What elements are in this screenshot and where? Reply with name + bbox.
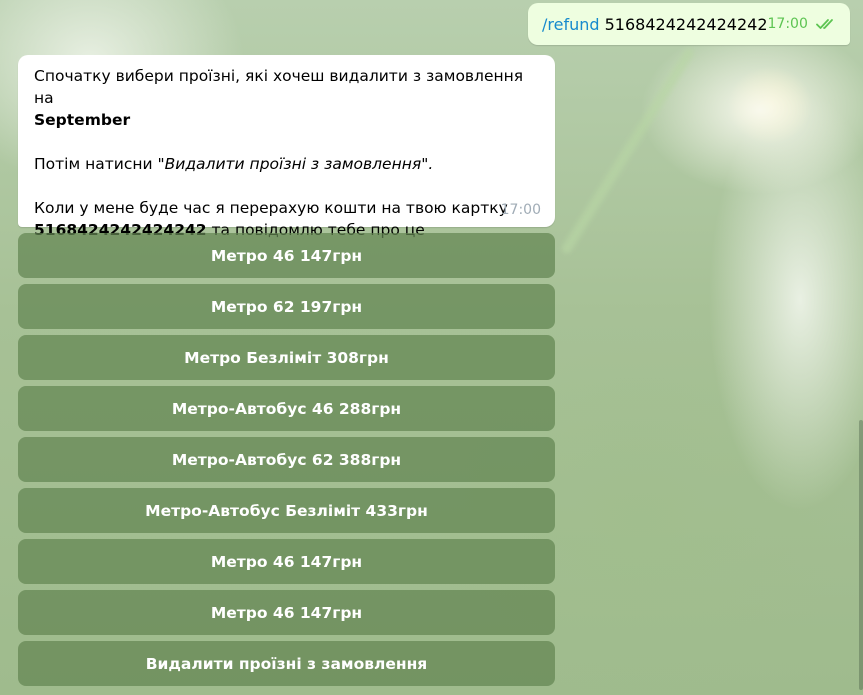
outgoing-message[interactable]: /refund 5168424242424242 17:00 — [528, 3, 850, 45]
message-line-3-text: Коли у мене буде час я перерахую кошти н… — [34, 199, 508, 217]
incoming-message[interactable]: Спочатку вибери проїзні, які хочеш видал… — [18, 55, 555, 239]
command-argument: 5168424242424242 — [604, 14, 768, 34]
keyboard-button-metro-46-second[interactable]: Метро 46 147грн — [18, 539, 555, 584]
keyboard-button-metro-bus-46[interactable]: Метро-Автобус 46 288грн — [18, 386, 555, 431]
keyboard-button-metro-bus-unlimited[interactable]: Метро-Автобус Безліміт 433грн — [18, 488, 555, 533]
message-line-1-text: Спочатку вибери проїзні, які хочеш видал… — [34, 67, 524, 107]
keyboard-button-metro-bus-62[interactable]: Метро-Автобус 62 388грн — [18, 437, 555, 482]
message-line-2-text: Потім натисни — [34, 155, 158, 173]
keyboard-button-metro-46[interactable]: Метро 46 147грн — [18, 233, 555, 278]
keyboard-button-metro-unlimited[interactable]: Метро Безліміт 308грн — [18, 335, 555, 380]
outgoing-meta: 17:00 — [768, 16, 838, 32]
outgoing-time: 17:00 — [767, 16, 808, 32]
remove-passes-button[interactable]: Видалити проїзні з замовлення — [18, 641, 555, 686]
message-line-1: Спочатку вибери проїзні, які хочеш видал… — [34, 65, 539, 131]
incoming-time: 17:00 — [500, 202, 541, 218]
message-line-2: Потім натисни "Видалити проїзні з замовл… — [34, 153, 539, 175]
chat-scrollbar[interactable] — [859, 420, 863, 690]
command-link[interactable]: /refund — [542, 15, 600, 34]
outgoing-message-text: /refund 5168424242424242 — [542, 15, 768, 34]
keyboard-button-metro-46-third[interactable]: Метро 46 147грн — [18, 590, 555, 635]
quoted-button-name: "Видалити проїзні з замовлення". — [157, 155, 434, 173]
month-name: September — [34, 111, 131, 129]
keyboard-button-metro-62[interactable]: Метро 62 197грн — [18, 284, 555, 329]
double-check-icon — [815, 19, 833, 29]
